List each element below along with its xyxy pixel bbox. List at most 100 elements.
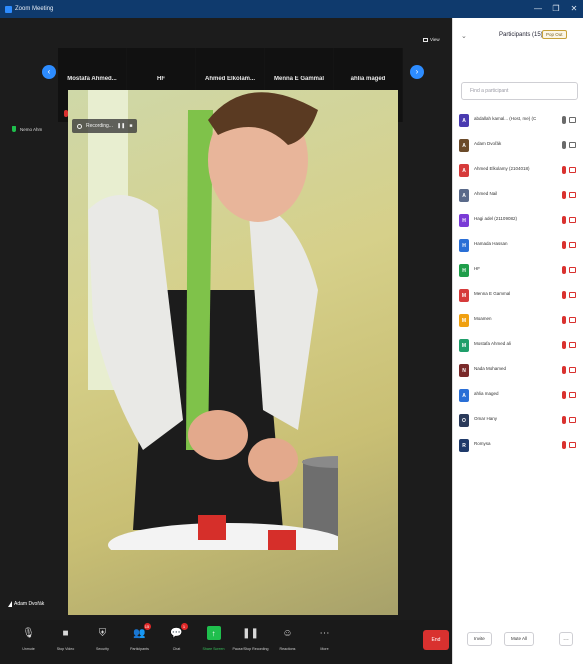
tile-name: HF [157,76,165,82]
video-off-icon[interactable] [569,167,576,173]
pause-stop-recording-button[interactable]: ❚❚ Pause/Stop Recording [232,620,269,664]
view-label: View [430,37,440,42]
muted-mic-icon[interactable] [562,291,566,299]
video-off-icon[interactable] [569,317,576,323]
muted-mic-icon[interactable] [562,241,566,249]
share-screen-label: Share Screen [202,647,225,651]
participant-name: Adam Dvořák [474,141,502,146]
mic-icon[interactable] [562,116,566,124]
tile-name: ahlia maged [350,76,386,82]
muted-mic-icon[interactable] [562,416,566,424]
video-off-icon[interactable] [569,442,576,448]
participant-name: Ahmed Nail [474,191,498,196]
shield-icon: ⛨ [98,627,107,639]
strip-next-button[interactable]: › [410,65,424,79]
participant-row[interactable]: H Hagi adel (21109082) [453,208,583,233]
recording-control-label: Pause/Stop Recording [232,647,269,651]
pause-recording-icon[interactable]: ❚❚ [117,123,125,129]
participant-row[interactable]: M Moamen [453,308,583,333]
video-off-icon[interactable] [569,417,576,423]
panel-footer: Invite Mute All … [453,624,583,654]
minimize-button[interactable]: — [529,0,547,18]
zoom-app-icon [5,5,12,13]
participant-row[interactable]: Aabdallah kamal... (Host, me) (C [453,108,583,133]
participant-row[interactable]: H HF [453,258,583,283]
view-button[interactable]: View [423,37,440,42]
mic-icon[interactable] [562,141,566,149]
strip-prev-button[interactable]: ‹ [42,65,56,79]
security-button[interactable]: ⛨ Security [84,620,121,664]
muted-mic-icon[interactable] [562,191,566,199]
stop-video-button[interactable]: ■ Stop Video [47,620,84,664]
end-meeting-button[interactable]: End [423,630,449,650]
participant-row[interactable]: A Ahmed Nail [453,183,583,208]
pop-out-button[interactable]: Pop Out [542,30,567,39]
avatar: R [459,439,469,452]
video-off-icon[interactable] [569,217,576,223]
participant-name: Hagi adel (21109082) [474,216,517,221]
muted-mic-icon[interactable] [562,441,566,449]
participant-name: HF [474,266,480,271]
close-button[interactable]: ✕ [565,0,583,18]
participant-row[interactable]: H Hamada Hassan [453,233,583,258]
right-hand [248,438,298,482]
reactions-button[interactable]: ☺ Reactions [269,620,306,664]
video-off-icon[interactable] [569,342,576,348]
unmute-button[interactable]: 🎙 Unmute [10,620,47,664]
participant-name: Romysa [474,441,491,446]
muted-mic-icon[interactable] [562,366,566,374]
chat-label: Chat [172,647,181,651]
muted-mic-icon[interactable] [562,341,566,349]
avatar: A [459,389,469,402]
participant-search-input[interactable]: Find a participant [461,82,578,100]
participant-row[interactable]: O Omar Hany [453,408,583,433]
avatar: A [459,139,469,152]
video-icon[interactable] [569,117,576,123]
tile-name: Menna E Gammal [273,76,324,82]
maximize-button[interactable]: ❐ [547,0,565,18]
muted-mic-icon[interactable] [562,166,566,174]
muted-mic-icon[interactable] [562,316,566,324]
participant-row[interactable]: M Mostafa Ahmed ali [453,333,583,358]
stop-recording-icon[interactable]: ■ [129,123,132,129]
mute-all-button[interactable]: Mute All [504,632,535,646]
avatar: H [459,239,469,252]
avatar: A [459,189,469,202]
panel-header: ⌄ Participants (15) Pop Out [453,18,583,56]
participant-name: Nada Mohamed [474,366,507,371]
share-screen-button[interactable]: ↑ Share Screen [195,620,232,664]
participant-name: Moamen [474,316,492,321]
participants-glyph: 👥 [133,627,146,639]
participant-row[interactable]: A Adam Dvořák [453,133,583,158]
participant-row[interactable]: R Romysa [453,433,583,458]
tile-name: Mostafa Ahmed... [67,76,117,82]
video-off-icon[interactable] [569,192,576,198]
avatar: H [459,264,469,277]
security-label: Security [96,647,109,651]
participants-button[interactable]: 👥 15 Participants [121,620,158,664]
video-off-icon[interactable] [569,392,576,398]
participant-row[interactable]: A Ahmed Elkolamy (2104018) [453,158,583,183]
participant-row[interactable]: M Menna E Gammal [453,283,583,308]
active-speaker-video[interactable] [68,90,398,615]
video-off-icon[interactable] [569,367,576,373]
chat-button[interactable]: 💬 1 Chat [158,620,195,664]
more-button[interactable]: ⋯ More [306,620,343,664]
video-icon[interactable] [569,142,576,148]
grid-icon [423,37,428,42]
video-off-icon[interactable] [569,292,576,298]
panel-more-button[interactable]: … [559,632,573,646]
participant-row[interactable]: N Nada Mohamed [453,358,583,383]
video-off-icon[interactable] [569,267,576,273]
collapse-chevron-icon[interactable]: ⌄ [461,32,467,40]
muted-mic-icon[interactable] [562,216,566,224]
participant-row[interactable]: Aahlia maged [453,383,583,408]
video-off-icon[interactable] [569,242,576,248]
participant-name: Omar Hany [474,416,498,421]
recording-dot-icon [77,123,82,129]
muted-mic-icon[interactable] [562,391,566,399]
muted-mic-icon[interactable] [562,266,566,274]
tile-name: Ahmed Elkolam... [204,76,255,82]
unmute-label: Unmute [22,647,35,651]
invite-button[interactable]: Invite [467,632,492,646]
